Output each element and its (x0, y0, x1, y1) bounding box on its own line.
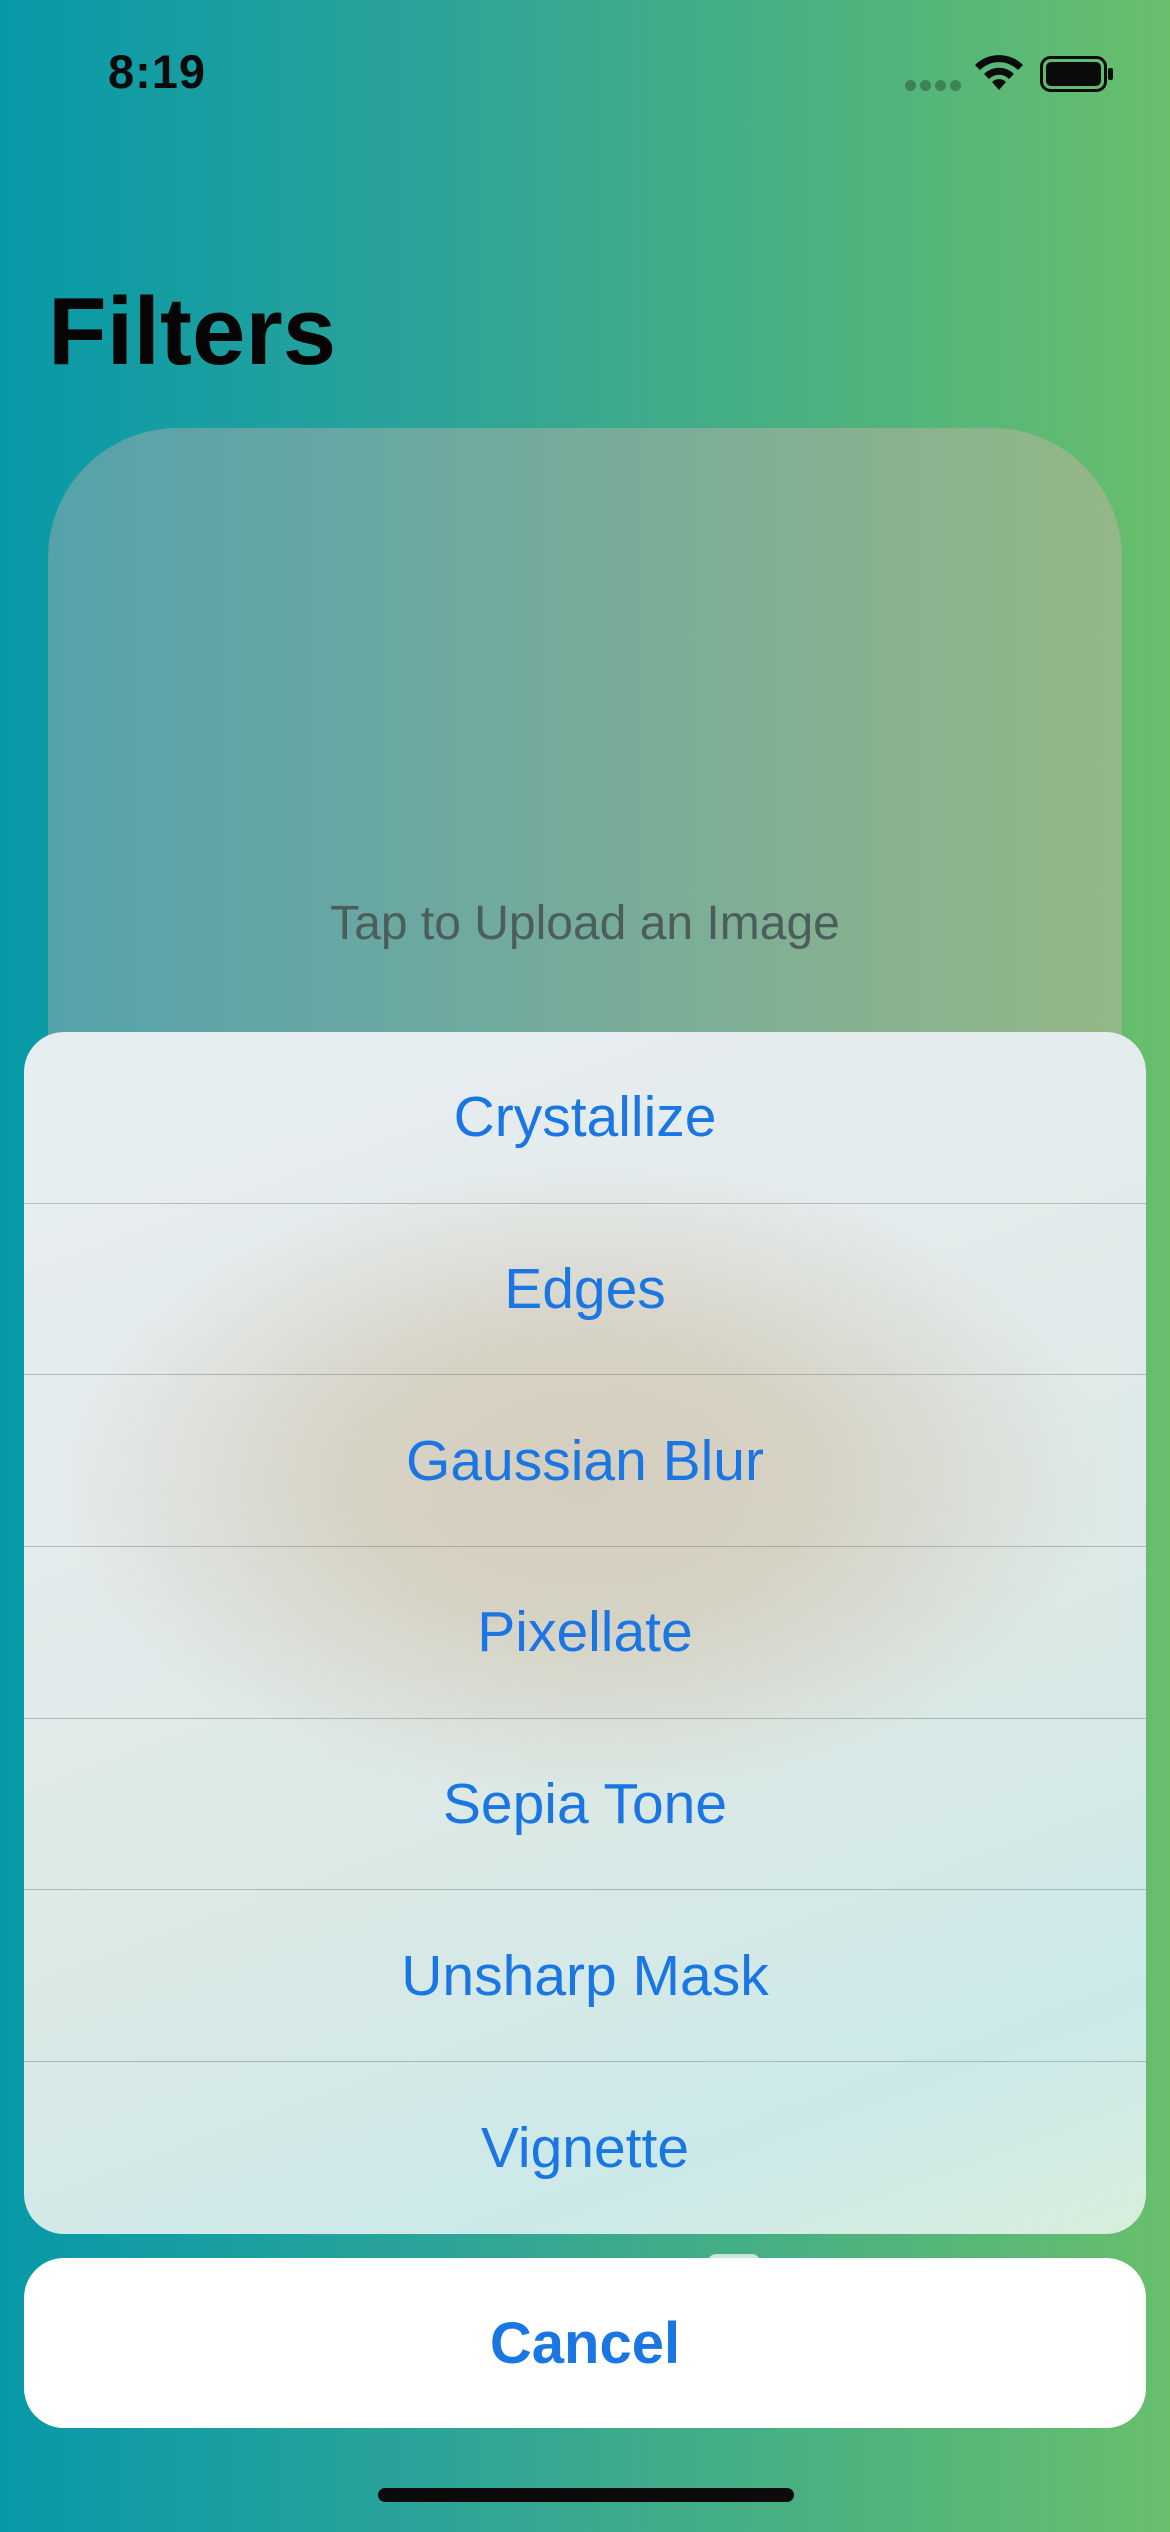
filter-option-edges[interactable]: Edges (24, 1204, 1146, 1376)
filter-option-sepia-tone[interactable]: Sepia Tone (24, 1719, 1146, 1891)
upload-placeholder-text: Tap to Upload an Image (330, 897, 840, 950)
status-bar: 8:19 (0, 0, 1170, 150)
filter-option-pixellate[interactable]: Pixellate (24, 1547, 1146, 1719)
cancel-button[interactable]: Cancel (24, 2258, 1146, 2428)
page-title: Filters (48, 278, 337, 385)
battery-icon (1040, 56, 1113, 92)
filter-action-sheet: Crystallize Edges Gaussian Blur Pixellat… (24, 1032, 1146, 2234)
status-time: 8:19 (108, 45, 207, 98)
filter-option-crystallize[interactable]: Crystallize (24, 1032, 1146, 1204)
filter-option-gaussian-blur[interactable]: Gaussian Blur (24, 1375, 1146, 1548)
filter-option-unsharp-mask[interactable]: Unsharp Mask (24, 1890, 1146, 2063)
home-indicator[interactable] (378, 2488, 794, 2502)
wifi-icon (975, 55, 1023, 90)
cellular-signal-icon (905, 80, 963, 92)
filter-option-vignette[interactable]: Vignette (24, 2062, 1146, 2234)
